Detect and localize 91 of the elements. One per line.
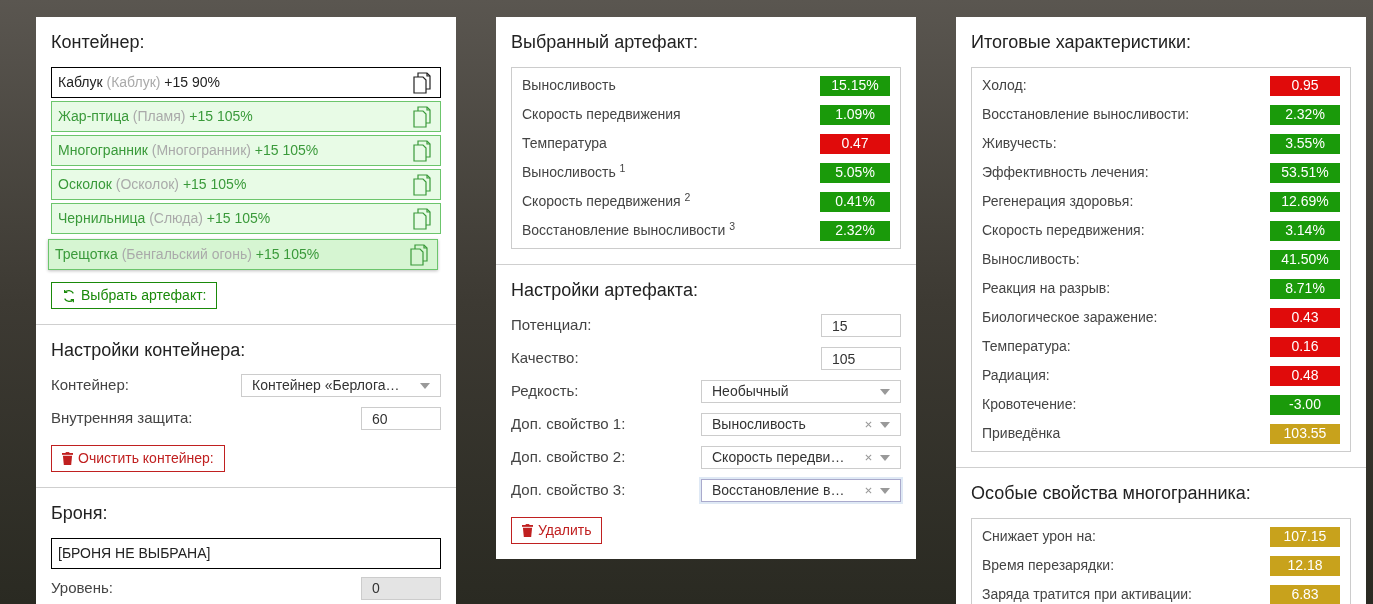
slot-label: Жар-птица (Пламя) +15 105% [58,107,253,126]
number-field[interactable]: 15 [821,314,901,337]
stat-label: Снижает урон на: [982,527,1096,546]
stat-value: 103.55 [1270,423,1340,444]
caret-icon [880,487,890,494]
stat-value: 53.51% [1270,162,1340,183]
stat-label: Время перезарядки: [982,556,1115,575]
stat-value: 5.05% [820,162,890,183]
slot-label: Каблук (Каблук) +15 90% [58,73,221,92]
field-label: Доп. свойство 2: [511,447,626,468]
stat-value: 107.15 [1270,526,1340,547]
slot-label: Осколок (Осколок) +15 105% [58,175,247,194]
section-heading: Настройки контейнера: [51,339,247,361]
stat-label: Эффективность лечения: [982,163,1149,182]
stat-value: 2.32% [1270,104,1340,125]
clear-icon[interactable] [865,421,872,428]
section-heading: Итоговые характеристики: [971,31,1192,53]
stat-value: 8.71% [1270,278,1340,299]
stat-label: Температура [522,134,607,153]
copy-icon[interactable] [412,71,432,94]
artifact-slot[interactable]: Каблук (Каблук) +15 90% [51,67,441,98]
pick-artifact-button[interactable]: Выбрать артефакт: [51,282,218,309]
caret-icon [420,382,430,389]
stat-label: Живучесть: [982,134,1057,153]
stat-label: Скорость передвижения: [982,221,1145,240]
stat-label: Выносливость: [982,250,1080,269]
delete-button[interactable]: Удалить [511,517,603,544]
dropdown[interactable]: Скорость передви… [701,446,901,469]
stat-label: Биологическое заражение: [982,308,1158,327]
stat-value: 3.55% [1270,133,1340,154]
stat-label: Скорость передвижения [522,105,681,124]
stat-label: Регенерация здоровья: [982,192,1134,211]
stat-label: Восстановление выносливости: [982,105,1190,124]
stat-value: 3.14% [1270,220,1340,241]
caret-icon [880,388,890,395]
stat-value: 0.48 [1270,365,1340,386]
clear-icon[interactable] [865,487,872,494]
refresh-icon [62,288,76,303]
number-field[interactable]: 60 [361,407,441,430]
field-label: Потенциал: [511,315,592,336]
stat-label: Радиация: [982,366,1050,385]
field-label: Внутренняя защита: [51,408,193,429]
stat-value: 41.50% [1270,249,1340,270]
field-label: Качество: [511,348,579,369]
dropdown[interactable]: Выносливость [701,413,901,436]
stat-label: Холод: [982,76,1027,95]
number-field[interactable]: 105 [821,347,901,370]
stat-value: 0.47 [820,133,890,154]
armor-slot[interactable]: [БРОНЯ НЕ ВЫБРАНА] [51,538,441,569]
stat-label: Выносливость $^{1}$ [522,162,626,182]
slot-label: Трещотка (Бенгальский огонь) +15 105% [55,245,320,264]
stat-value: 6.83 [1270,584,1340,604]
stat-label: Кровотечение: [982,395,1077,414]
slot-label: Чернильница (Слюда) +15 105% [58,209,271,228]
stat-value: -3.00 [1270,394,1340,415]
section-heading: Броня: [51,502,109,524]
stat-value: 0.43 [1270,307,1340,328]
stat-label: Восстановление выносливости $^{3}$ [522,220,736,240]
stat-value: 12.18 [1270,555,1340,576]
section-heading: Выбранный артефакт: [511,31,699,53]
field-label: Доп. свойство 3: [511,480,626,501]
field-label: Редкость: [511,381,579,402]
stat-label: Выносливость [522,76,616,95]
stat-label: Реакция на разрыв: [982,279,1111,298]
stat-value: 1.09% [820,104,890,125]
stat-value: 15.15% [820,75,890,96]
field-label: Уровень: [51,577,113,598]
field-label: Доп. свойство 1: [511,414,626,435]
section-heading: Контейнер: [51,31,146,53]
clear-container-button[interactable]: Очистить контейнер: [51,445,225,472]
trash-icon [522,524,533,537]
dropdown[interactable]: Необычный [701,380,901,403]
stat-value: 2.32% [820,220,890,241]
stat-label: Приведёнка [982,424,1061,443]
dropdown[interactable]: Восстановление в… [701,479,901,502]
trash-icon [62,452,73,465]
stat-value: 0.16 [1270,336,1340,357]
stat-label: Температура: [982,337,1071,356]
caret-icon [880,421,890,428]
section-heading: Настройки артефакта: [511,279,699,301]
clear-icon[interactable] [865,454,872,461]
dropdown[interactable]: Контейнер «Берлога… [241,374,441,397]
stat-value: 0.95 [1270,75,1340,96]
section-heading: Особые свойства многогранника: [971,482,1252,504]
field-label: Контейнер: [51,375,129,396]
stat-label: Скорость передвижения $^{2}$ [522,191,691,211]
stat-label: Заряда тратится при активации: [982,585,1192,604]
stat-value: 12.69% [1270,191,1340,212]
stat-value: 0.41% [820,191,890,212]
slot-label: Многогранник (Многогранник) +15 105% [58,141,319,160]
caret-icon [880,454,890,461]
